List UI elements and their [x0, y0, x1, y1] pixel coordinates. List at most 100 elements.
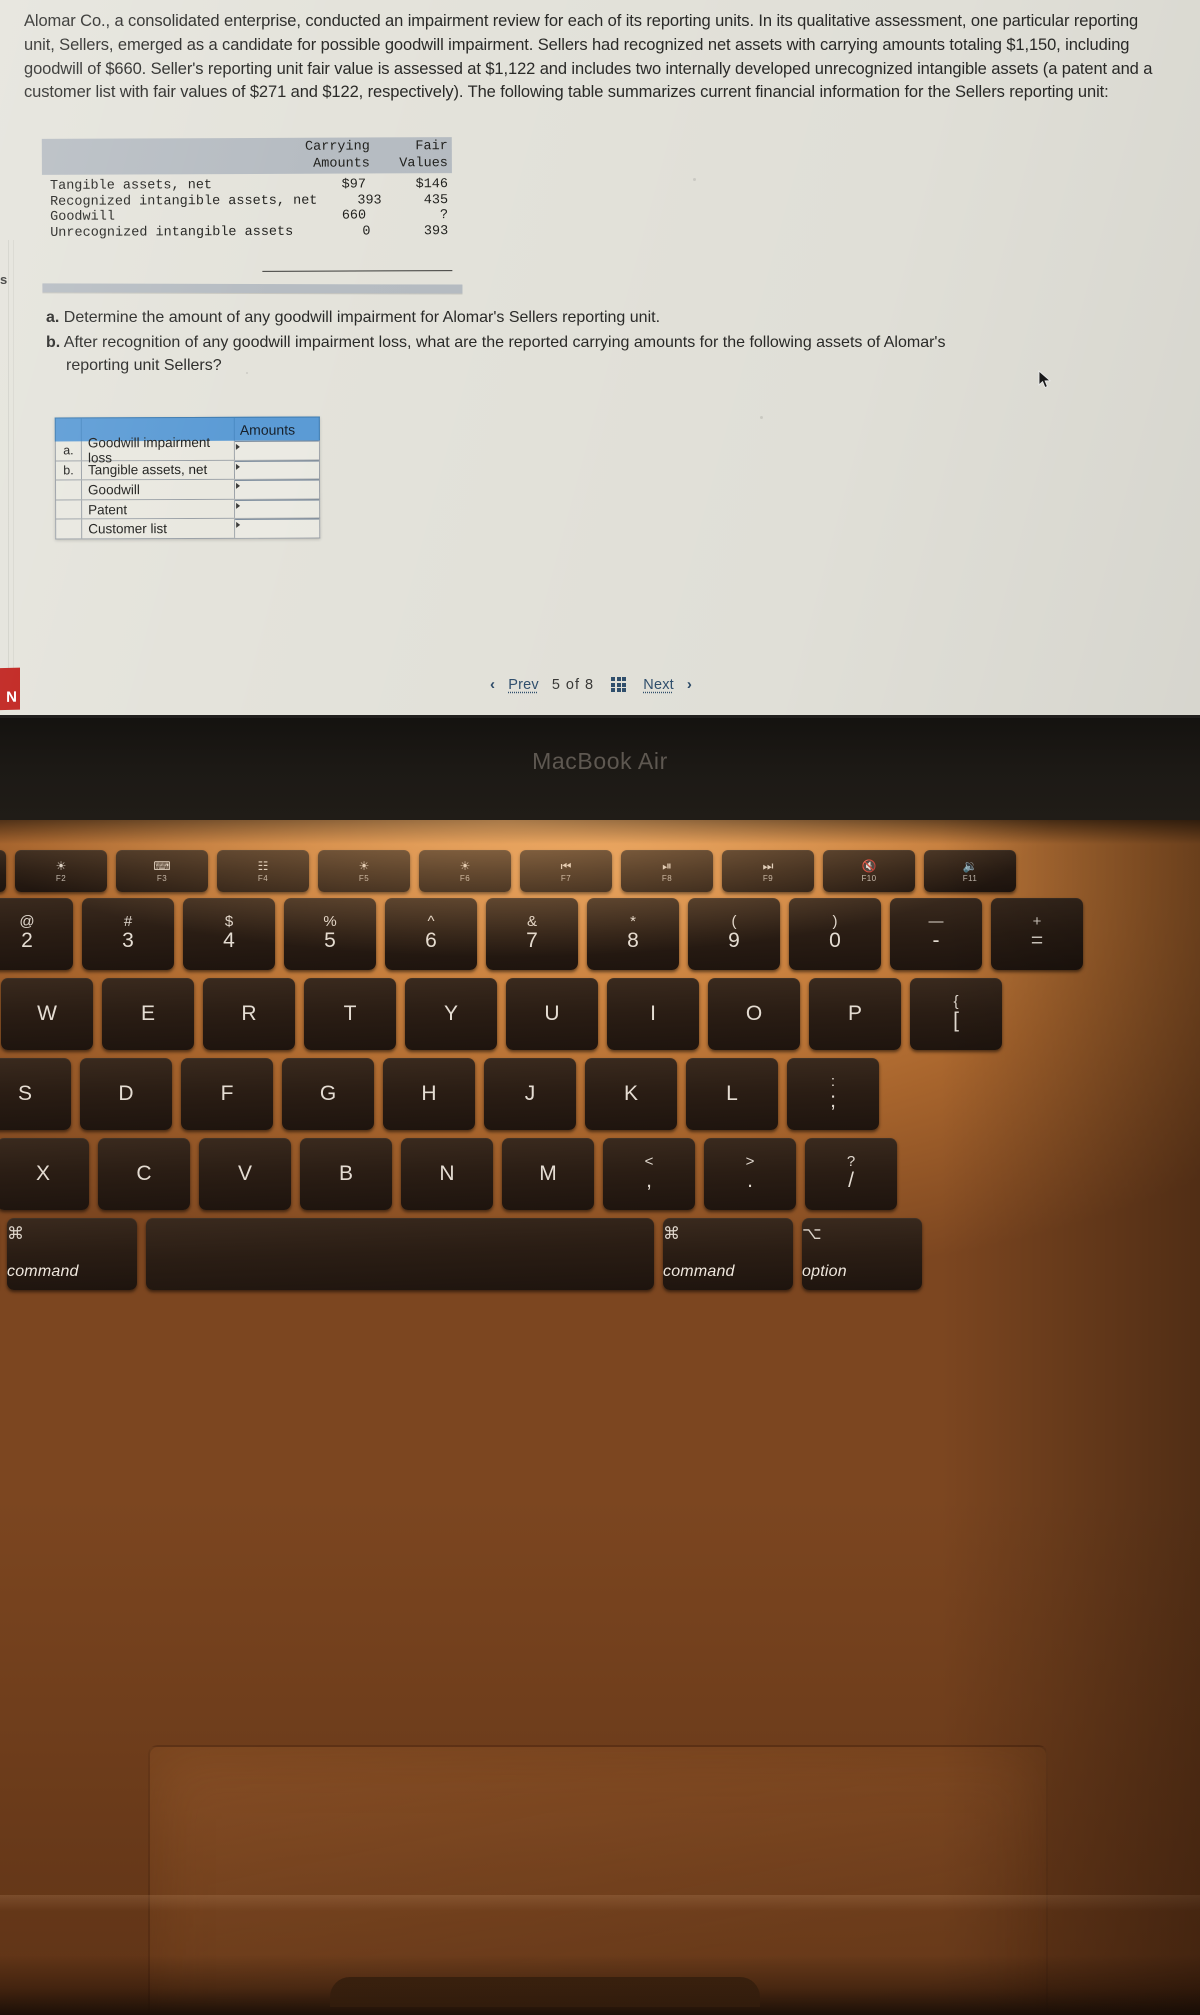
key-f1-brightness-down[interactable]: ☀F1 [0, 850, 6, 892]
key-9[interactable]: (9 [688, 898, 780, 970]
key-m[interactable]: M [502, 1138, 594, 1210]
amount-input[interactable] [235, 499, 320, 519]
keyboard-modifier-row: ⌥ option ⌘ command ⌘ command ⌥ option [0, 1218, 922, 1290]
key-5[interactable]: % 5 [284, 898, 376, 970]
prev-button[interactable]: Prev [508, 677, 539, 693]
key-u[interactable]: U [506, 978, 598, 1050]
key-semicolon[interactable]: :; [787, 1058, 879, 1130]
prev-chevron-icon[interactable]: ‹ [490, 676, 495, 693]
key-equals[interactable]: + = [991, 898, 1083, 970]
key-3[interactable]: #3 [82, 898, 174, 970]
key-6[interactable]: ^ 6 [385, 898, 477, 970]
table-bottom-bar [42, 283, 463, 294]
key-minus[interactable]: — - [890, 898, 982, 970]
amount-input[interactable] [234, 440, 319, 460]
key-shift-glyph: { [953, 993, 959, 1011]
key-f5-keyboard-backlight-down[interactable]: ☀ F5 [318, 850, 410, 892]
deck-front-notch [330, 1977, 760, 2007]
key-c[interactable]: C [98, 1138, 190, 1210]
key-e[interactable]: E [102, 978, 194, 1050]
key-main-glyph: H [421, 1081, 437, 1105]
grid-view-icon[interactable] [611, 676, 627, 693]
key-j[interactable]: J [484, 1058, 576, 1130]
key-f10-mute[interactable]: 🔇 F10 [823, 850, 915, 892]
key-slash[interactable]: ? / [805, 1138, 897, 1210]
key-fn-label: F11 [962, 873, 978, 883]
key-i[interactable]: I [607, 978, 699, 1050]
key-main-glyph: . [747, 1169, 753, 1193]
key-f4-launchpad[interactable]: ☷ F4 [217, 850, 309, 892]
answer-row-customer-list[interactable]: Customer list [55, 518, 321, 540]
next-chevron-icon[interactable]: › [687, 676, 692, 693]
key-0[interactable]: ) 0 [789, 898, 881, 970]
key-l[interactable]: L [686, 1058, 778, 1130]
keyboard-function-row: ☀F1 ☀F2 ⌨F3 ☷F4 ☀F5 ☀F6 ⏮F7 ⏯F8 ⏭F9 🔇F10… [0, 850, 1016, 892]
key-k[interactable]: K [585, 1058, 677, 1130]
key-h[interactable]: H [383, 1058, 475, 1130]
key-f2-brightness-up[interactable]: ☀ F2 [15, 850, 107, 892]
key-f8-play-pause[interactable]: ⏯ F8 [621, 850, 713, 892]
amount-input[interactable] [235, 518, 320, 538]
key-f3-mission-control[interactable]: ⌨ F3 [116, 850, 208, 892]
key-y[interactable]: Y [405, 978, 497, 1050]
key-command-right[interactable]: ⌘ command [663, 1218, 793, 1290]
key-label: command [7, 1263, 79, 1280]
key-n[interactable]: N [401, 1138, 493, 1210]
key-spacebar[interactable] [146, 1218, 654, 1290]
key-main-glyph: P [847, 1001, 862, 1025]
row-label: Unrecognized intangible assets [50, 224, 294, 241]
question-b-marker: b. [46, 334, 61, 352]
answer-row-goodwill[interactable]: Goodwill [55, 479, 321, 501]
key-main-glyph: 8 [627, 929, 639, 953]
row-label: Tangible assets, net [49, 178, 213, 195]
key-2[interactable]: @2 [0, 898, 73, 970]
key-main-glyph: B [338, 1161, 353, 1185]
key-f[interactable]: F [181, 1058, 273, 1130]
key-main-glyph: Y [443, 1001, 458, 1025]
key-d[interactable]: D [80, 1058, 172, 1130]
key-fn-label: F8 [661, 873, 673, 883]
key-main-glyph: J [524, 1081, 536, 1105]
key-b[interactable]: B [300, 1138, 392, 1210]
screen-edge-line-2 [13, 240, 14, 670]
key-x[interactable]: X [0, 1138, 89, 1210]
answer-row-goodwill-impairment-loss[interactable]: a. Goodwill impairment loss [54, 435, 320, 466]
table-row: Tangible assets, net $97 $146 [42, 177, 452, 194]
key-command-left[interactable]: ⌘ command [7, 1218, 137, 1290]
key-t[interactable]: T [304, 978, 396, 1050]
answer-entry-table[interactable]: Amounts a. Goodwill impairment loss b. T… [54, 416, 321, 540]
key-period[interactable]: >. [704, 1138, 796, 1210]
key-w[interactable]: W [1, 978, 93, 1050]
key-comma[interactable]: <, [603, 1138, 695, 1210]
key-4[interactable]: $4 [183, 898, 275, 970]
key-shift-glyph: ? [846, 1153, 856, 1171]
header-fair-values: Fair Values [399, 139, 448, 172]
key-v[interactable]: V [199, 1138, 291, 1210]
key-f11-volume-down[interactable]: 🔉 F11 [924, 850, 1016, 892]
row-index [56, 500, 83, 519]
key-f9-fast-forward[interactable]: ⏭ F9 [722, 850, 814, 892]
amount-input[interactable] [234, 460, 320, 480]
key-7[interactable]: & 7 [486, 898, 578, 970]
key-main-glyph: K [623, 1081, 638, 1105]
key-f6-keyboard-backlight-up[interactable]: ☀ F6 [419, 850, 511, 892]
key-option-right[interactable]: ⌥ option [802, 1218, 922, 1290]
amount-input[interactable] [235, 479, 320, 499]
key-8[interactable]: * 8 [587, 898, 679, 970]
key-s[interactable]: S [0, 1058, 71, 1130]
key-main-glyph: C [136, 1161, 152, 1185]
key-r[interactable]: R [203, 978, 295, 1050]
key-main-glyph: W [37, 1001, 57, 1025]
key-g[interactable]: G [282, 1058, 374, 1130]
answer-row-patent[interactable]: Patent [55, 499, 321, 520]
keyboard-backlight-up-icon: ☀ [459, 858, 471, 873]
key-shift-glyph: % [323, 913, 337, 931]
answer-row-tangible-assets-net[interactable]: b. Tangible assets, net [54, 460, 321, 481]
key-o[interactable]: O [708, 978, 800, 1050]
key-left-bracket[interactable]: {[ [910, 978, 1002, 1050]
key-label: option [802, 1263, 847, 1280]
key-f7-rewind[interactable]: ⏮ F7 [520, 850, 612, 892]
header-amounts-col: Amounts [239, 421, 296, 438]
key-p[interactable]: P [809, 978, 901, 1050]
next-button[interactable]: Next [643, 677, 674, 693]
